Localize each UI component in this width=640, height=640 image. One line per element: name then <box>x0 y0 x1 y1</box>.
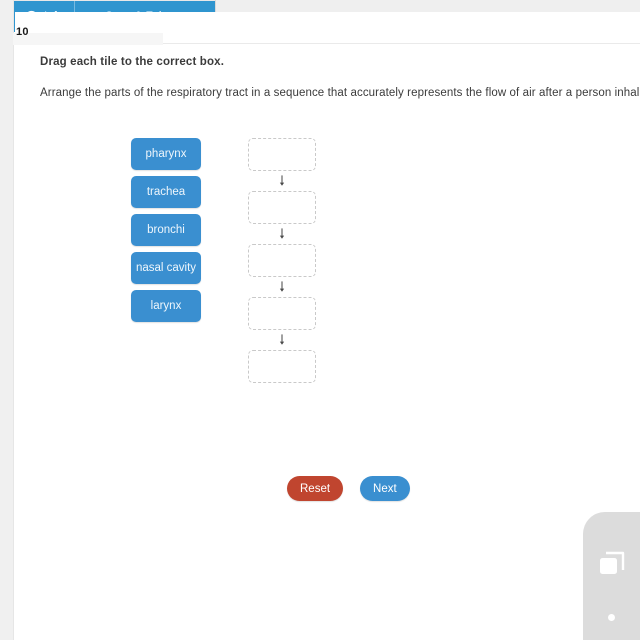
action-buttons: Reset Next <box>287 476 410 501</box>
tile[interactable]: nasal cavity <box>131 252 201 284</box>
drop-target-sequence <box>248 138 318 383</box>
prompt-text: Arrange the parts of the respiratory tra… <box>40 87 640 99</box>
drop-box[interactable] <box>248 350 316 383</box>
tile[interactable]: bronchi <box>131 214 201 246</box>
down-arrow-icon <box>248 277 316 297</box>
question-content: Drag each tile to the correct box. Arran… <box>15 45 640 640</box>
tile[interactable]: pharynx <box>131 138 201 170</box>
down-arrow-icon <box>248 224 316 244</box>
widget-dot-icon <box>608 614 615 621</box>
question-number: 10 <box>16 26 29 38</box>
floating-side-panel[interactable] <box>583 512 640 640</box>
reset-button[interactable]: Reset <box>287 476 344 501</box>
tile[interactable]: trachea <box>131 176 201 208</box>
instruction-text: Drag each tile to the correct box. <box>40 56 225 68</box>
drop-box[interactable] <box>248 244 316 277</box>
drop-box[interactable] <box>248 138 316 171</box>
down-arrow-icon <box>248 330 316 350</box>
next-button[interactable]: Next <box>360 476 410 501</box>
tile-bank: pharynx trachea bronchi nasal cavity lar… <box>131 138 201 328</box>
drop-box[interactable] <box>248 191 316 224</box>
left-gutter <box>0 0 14 640</box>
down-arrow-icon <box>248 171 316 191</box>
copy-windows-icon <box>598 550 626 578</box>
question-header-ghost <box>13 33 163 45</box>
tile[interactable]: larynx <box>131 290 201 322</box>
drop-box[interactable] <box>248 297 316 330</box>
